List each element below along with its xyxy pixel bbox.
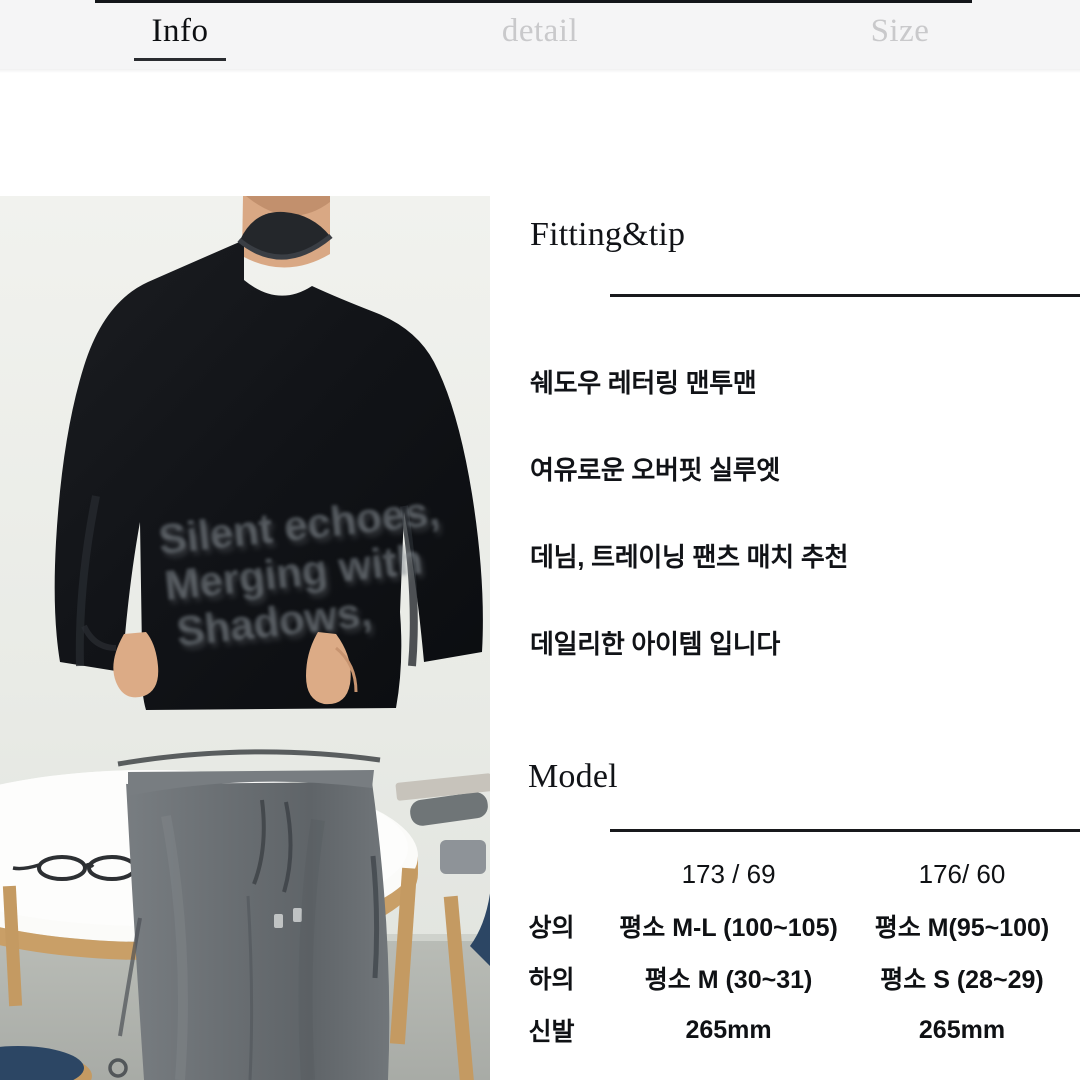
model-row-value-a: 265mm — [685, 1015, 772, 1044]
tab-size-label: Size — [870, 13, 930, 49]
tab-bar: Info detail Size — [0, 0, 1080, 73]
fitting-tip-line: 여유로운 오버핏 실루엣 — [530, 455, 781, 485]
model-row-value-b: 평소 S (28~29) — [880, 966, 1044, 994]
model-row-label: 하의 — [528, 966, 575, 994]
tab-detail-label: detail — [501, 13, 579, 49]
model-row-label: 상의 — [528, 914, 575, 942]
tab-detail[interactable]: detail — [360, 3, 720, 73]
table-row: 하의 평소 M (30~31) 평소 S (28~29) — [490, 952, 1080, 1004]
model-column-header-b: 176/ 60 — [918, 858, 1006, 889]
model-row-value-b: 265mm — [918, 1015, 1006, 1044]
product-photo: Silent echoes, Merging with Shadows, Sil… — [0, 196, 490, 1080]
model-table-head: 173 / 69 176/ 60 — [490, 848, 1080, 900]
table-row: 신발 265mm 265mm — [490, 1004, 1080, 1056]
fitting-tip-heading: Fitting&tip — [530, 216, 686, 253]
tab-info-label: Info — [151, 13, 209, 49]
model-row-label: 신발 — [528, 1018, 575, 1046]
model-size-table: 173 / 69 176/ 60 상의 평소 M-L (100~105) 평소 … — [490, 848, 1080, 1056]
model-table-header-row: 173 / 69 176/ 60 — [490, 848, 1080, 900]
fitting-tip-line: 데일리한 아이템 입니다 — [530, 629, 781, 659]
fitting-tip-list: 쉐도우 레터링 맨투맨 여유로운 오버핏 실루엣 데님, 트레이닝 팬츠 매치 … — [530, 368, 1070, 716]
model-row-value-a: 평소 M-L (100~105) — [619, 914, 838, 942]
model-column-header-a: 173 / 69 — [681, 858, 776, 889]
tab-info[interactable]: Info — [0, 3, 360, 73]
model-table-body: 상의 평소 M-L (100~105) 평소 M(95~100) 하의 평소 M… — [490, 900, 1080, 1056]
tab-list: Info detail Size — [0, 3, 1080, 73]
model-row-value-b: 평소 M(95~100) — [874, 914, 1050, 942]
info-panel: Fitting&tip 쉐도우 레터링 맨투맨 여유로운 오버핏 실루엣 데님,… — [490, 73, 1080, 1080]
model-divider — [610, 829, 1080, 832]
tab-size-underline — [854, 58, 946, 61]
product-info-content: Silent echoes, Merging with Shadows, Sil… — [0, 73, 1080, 1080]
product-photo-illustration: Silent echoes, Merging with Shadows, Sil… — [0, 196, 490, 1080]
fitting-tip-divider — [610, 294, 1080, 297]
table-row: 상의 평소 M-L (100~105) 평소 M(95~100) — [490, 900, 1080, 952]
fitting-tip-line: 쉐도우 레터링 맨투맨 — [530, 368, 757, 398]
model-row-value-a: 평소 M (30~31) — [644, 966, 813, 994]
model-column-header-blank — [490, 848, 613, 900]
fitting-tip-line: 데님, 트레이닝 팬츠 매치 추천 — [530, 542, 849, 572]
tab-size[interactable]: Size — [720, 3, 1080, 73]
model-heading: Model — [528, 758, 618, 795]
phone-illustration — [440, 840, 486, 874]
model-pants — [108, 770, 390, 1080]
tab-active-underline — [134, 58, 226, 61]
tab-detail-underline — [494, 58, 586, 61]
